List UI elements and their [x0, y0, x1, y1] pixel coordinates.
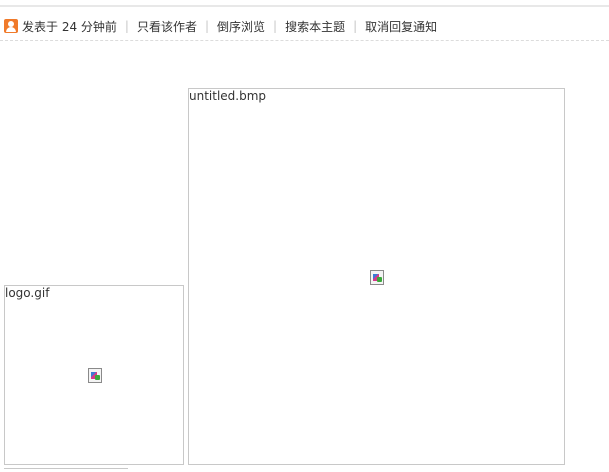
dashed-divider — [0, 40, 609, 41]
attachment-untitled-bmp[interactable]: untitled.bmp — [188, 88, 565, 465]
cancel-notify-link[interactable]: 取消回复通知 — [365, 18, 437, 35]
attachment-logo-gif[interactable]: logo.gif — [4, 285, 184, 465]
post-toolbar: 发表于 24 分钟前 | 只看该作者 | 倒序浏览 | 搜索本主题 | 取消回复… — [4, 17, 437, 35]
user-icon — [4, 19, 18, 33]
reverse-order-link[interactable]: 倒序浏览 — [217, 18, 265, 35]
search-topic-link[interactable]: 搜索本主题 — [285, 18, 345, 35]
broken-image-icon — [88, 368, 102, 383]
forum-post-page: 发表于 24 分钟前 | 只看该作者 | 倒序浏览 | 搜索本主题 | 取消回复… — [0, 0, 609, 472]
posted-time: 发表于 24 分钟前 — [22, 19, 117, 34]
attachment-filename: untitled.bmp — [189, 89, 267, 103]
top-divider — [0, 5, 609, 7]
broken-image-icon — [370, 270, 384, 285]
toolbar-separator: | — [353, 19, 358, 33]
toolbar-separator: | — [204, 19, 210, 33]
toolbar-separator: | — [273, 19, 278, 33]
attachment-filename: logo.gif — [5, 286, 50, 300]
toolbar-separator: | — [124, 19, 129, 33]
only-author-link[interactable]: 只看该作者 — [137, 18, 197, 35]
bottom-divider — [4, 468, 128, 469]
